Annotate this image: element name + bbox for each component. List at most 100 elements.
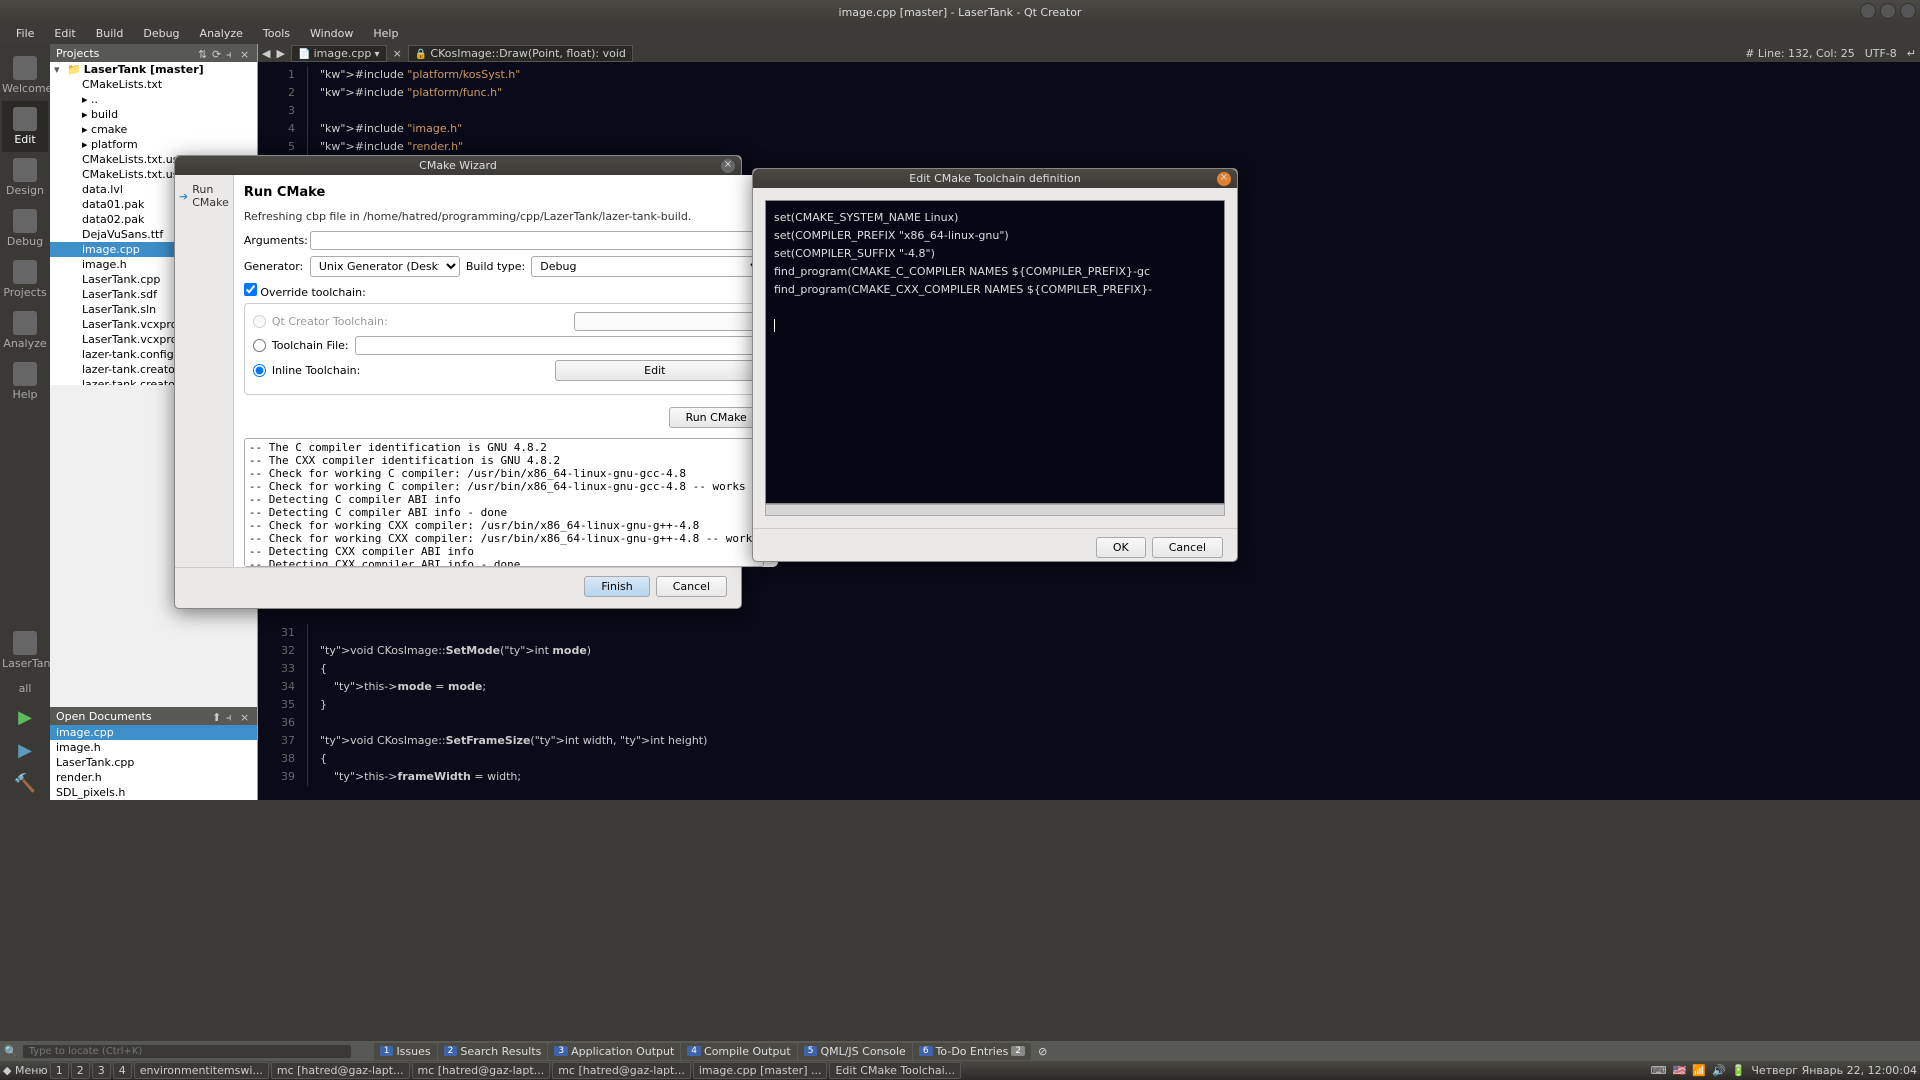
taskbar-window[interactable]: mc [hatred@gaz-lapt... (271, 1062, 410, 1079)
inline-tc-radio[interactable] (253, 364, 266, 377)
tray-clock[interactable]: Четверг Январь 22, 12:00:04 (1751, 1064, 1917, 1077)
filter-icon[interactable]: ⇅ (198, 48, 209, 59)
menu-edit[interactable]: Edit (44, 24, 85, 44)
sync-icon[interactable]: ⟳ (212, 48, 223, 59)
taskbar-window[interactable]: Edit CMake Toolchai... (829, 1062, 961, 1079)
split-icon[interactable]: ⫞ (226, 711, 237, 722)
mode-analyze[interactable]: Analyze (2, 305, 48, 356)
close-icon[interactable]: × (1217, 172, 1231, 186)
minimize-button[interactable] (1860, 3, 1876, 19)
desktop-1[interactable]: 1 (50, 1062, 69, 1079)
taskbar-window[interactable]: mc [hatred@gaz-lapt... (412, 1062, 551, 1079)
tray-lang-icon[interactable]: 🇺🇸 (1673, 1064, 1687, 1077)
doc-item[interactable]: image.cpp (50, 725, 257, 740)
tree-item[interactable]: ▸ .. (50, 92, 257, 107)
toolchain-file-row[interactable]: Toolchain File: (253, 336, 755, 355)
wizard-step-run-cmake[interactable]: ➔Run CMake (179, 183, 229, 209)
doc-item[interactable]: SDL_pixels.h (50, 785, 257, 800)
cancel-button[interactable]: Cancel (656, 576, 727, 597)
dialog-titlebar[interactable]: Edit CMake Toolchain definition × (753, 169, 1237, 188)
encoding-status[interactable]: UTF-8 (1865, 47, 1897, 60)
mode-design[interactable]: Design (2, 152, 48, 203)
desktop-4[interactable]: 4 (113, 1062, 132, 1079)
mode-projects[interactable]: Projects (2, 254, 48, 305)
toolchain-file-input[interactable] (355, 336, 755, 355)
symbol-dropdown[interactable]: 🔒 CKosImage::Draw(Point, float): void (408, 45, 633, 62)
tree-item[interactable]: ▸ platform (50, 137, 257, 152)
maximize-button[interactable] (1880, 3, 1896, 19)
kit-selector[interactable]: LaserTank (2, 625, 48, 676)
cancel-button[interactable]: Cancel (1152, 537, 1223, 558)
doc-item[interactable]: image.h (50, 740, 257, 755)
output-tab[interactable]: 2 Search Results (438, 1043, 548, 1060)
nav-fwd-icon[interactable]: ▶ (276, 47, 284, 60)
tree-item[interactable]: CMakeLists.txt (50, 77, 257, 92)
menu-analyze[interactable]: Analyze (190, 24, 253, 44)
tree-root[interactable]: ▾📁 LaserTank [master] (50, 62, 257, 77)
finish-button[interactable]: Finish (584, 576, 649, 597)
tree-item[interactable]: ▸ cmake (50, 122, 257, 137)
ok-button[interactable]: OK (1096, 537, 1146, 558)
override-checkbox-label[interactable]: Override toolchain: (244, 286, 366, 299)
output-tab[interactable]: 4 Compile Output (681, 1043, 796, 1060)
menu-build[interactable]: Build (86, 24, 134, 44)
toolchain-file-radio[interactable] (253, 339, 266, 352)
doc-item[interactable]: render.h (50, 770, 257, 785)
debug-run-button[interactable]: ▶ (18, 740, 32, 761)
output-tab[interactable]: 3 Application Output (548, 1043, 680, 1060)
override-checkbox[interactable] (244, 283, 257, 296)
tray-network-icon[interactable]: 📶 (1692, 1064, 1706, 1077)
generator-select[interactable]: Unix Generator (Desktop) (310, 256, 460, 277)
horizontal-scrollbar[interactable] (765, 504, 1225, 516)
desktop-2[interactable]: 2 (71, 1062, 90, 1079)
collapse-icon[interactable]: ▾ (54, 63, 64, 76)
locator-input[interactable] (22, 1044, 352, 1059)
menu-window[interactable]: Window (300, 24, 363, 44)
locator-icon[interactable]: 🔍 (4, 1045, 18, 1058)
close-button[interactable] (1900, 3, 1916, 19)
tree-item[interactable]: ▸ build (50, 107, 257, 122)
output-close-icon[interactable]: ⊘ (1038, 1045, 1047, 1058)
output-tab[interactable]: 6 To-Do Entries 2 (913, 1043, 1031, 1060)
open-docs-list[interactable]: image.cppimage.hLaserTank.cpprender.hSDL… (50, 725, 257, 800)
doc-item[interactable]: LaserTank.cpp (50, 755, 257, 770)
close-panel-icon[interactable]: × (240, 711, 251, 722)
taskbar-window[interactable]: image.cpp [master] ... (693, 1062, 828, 1079)
pin-icon[interactable]: ⬆ (212, 711, 223, 722)
tray-keyboard-icon[interactable]: ⌨ (1651, 1064, 1667, 1077)
buildtype-select[interactable]: Debug (531, 256, 764, 277)
tray-volume-icon[interactable]: 🔊 (1712, 1064, 1726, 1077)
cmake-console[interactable]: -- The C compiler identification is GNU … (244, 438, 764, 567)
menu-tools[interactable]: Tools (253, 24, 300, 44)
build-target[interactable]: all (2, 676, 48, 701)
nav-back-icon[interactable]: ◀ (262, 47, 270, 60)
menu-file[interactable]: File (6, 24, 44, 44)
close-icon[interactable]: × (721, 159, 735, 173)
build-button[interactable]: 🔨 (14, 773, 36, 794)
mode-debug[interactable]: Debug (2, 203, 48, 254)
tray-battery-icon[interactable]: 🔋 (1732, 1064, 1746, 1077)
edit-button[interactable]: Edit (555, 360, 755, 381)
dialog-titlebar[interactable]: CMake Wizard × (175, 156, 741, 175)
desktop-3[interactable]: 3 (92, 1062, 111, 1079)
menu-help[interactable]: Help (363, 24, 408, 44)
inline-toolchain-row[interactable]: Inline Toolchain: Edit (253, 360, 755, 381)
toolchain-editor[interactable]: set(CMAKE_SYSTEM_NAME Linux) set(COMPILE… (765, 200, 1225, 504)
mode-help[interactable]: Help (2, 356, 48, 407)
close-file-icon[interactable]: × (393, 47, 402, 60)
run-button[interactable]: ▶ (18, 707, 32, 728)
arguments-input[interactable] (310, 231, 764, 250)
close-panel-icon[interactable]: × (240, 48, 251, 59)
taskbar-window[interactable]: mc [hatred@gaz-lapt... (552, 1062, 691, 1079)
linebreak-icon[interactable]: ↵ (1907, 47, 1916, 60)
menu-debug[interactable]: Debug (133, 24, 189, 44)
taskbar-window[interactable]: environmentitemswi... (134, 1062, 269, 1079)
file-dropdown[interactable]: 📄 image.cpp ▾ (291, 45, 387, 62)
output-tab[interactable]: 1 Issues (374, 1043, 437, 1060)
mode-edit[interactable]: Edit (2, 101, 48, 152)
start-menu[interactable]: ◆ Меню (3, 1064, 48, 1077)
split-icon[interactable]: ⫞ (226, 48, 237, 59)
run-cmake-button[interactable]: Run CMake (669, 407, 764, 428)
mode-welcome[interactable]: Welcome (2, 50, 48, 101)
output-tab[interactable]: 5 QML/JS Console (798, 1043, 912, 1060)
